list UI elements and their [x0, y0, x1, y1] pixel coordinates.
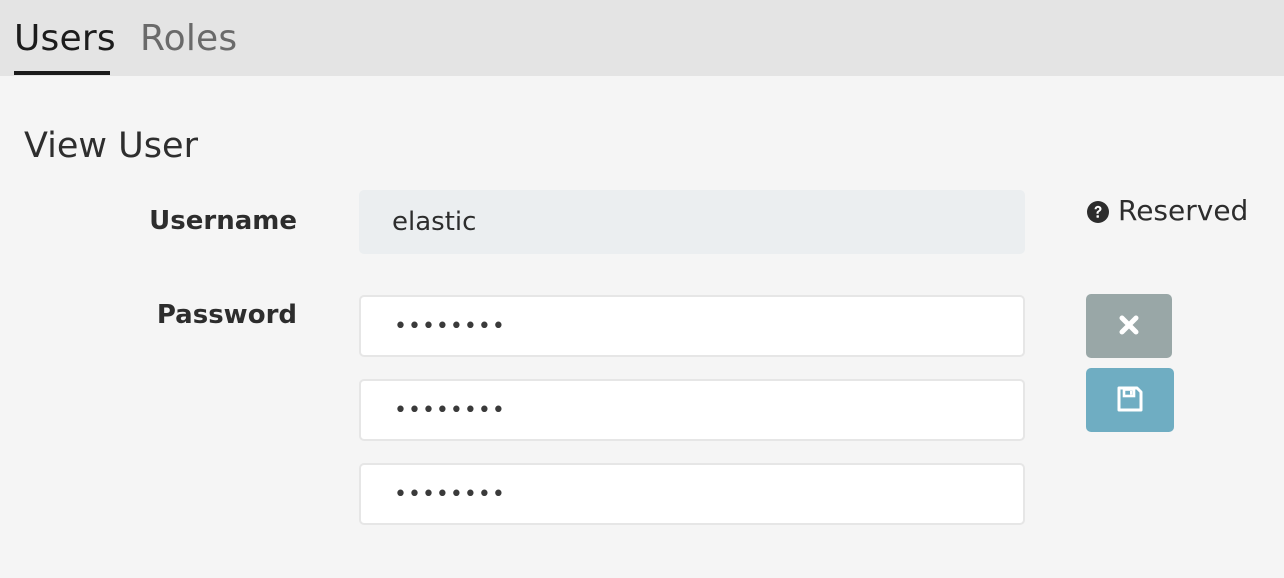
close-icon	[1118, 314, 1140, 339]
password-confirm-field[interactable]	[359, 379, 1025, 441]
password-extra-field[interactable]	[359, 463, 1025, 525]
cancel-button[interactable]	[1086, 294, 1172, 358]
tab-roles[interactable]: Roles	[140, 16, 237, 62]
page-title: View User	[24, 126, 198, 166]
reserved-indicator[interactable]: Reserved	[1086, 193, 1248, 227]
password-field[interactable]	[359, 295, 1025, 357]
tab-users[interactable]: Users	[14, 16, 116, 62]
tab-bar: Users Roles	[0, 0, 1284, 76]
password-label: Password	[156, 300, 297, 330]
question-circle-icon	[1086, 198, 1110, 223]
save-button[interactable]	[1086, 368, 1174, 432]
username-label: Username	[149, 206, 297, 236]
active-tab-indicator	[14, 71, 110, 75]
save-icon	[1116, 385, 1144, 416]
reserved-label: Reserved	[1118, 193, 1249, 227]
username-field[interactable]	[359, 190, 1025, 254]
